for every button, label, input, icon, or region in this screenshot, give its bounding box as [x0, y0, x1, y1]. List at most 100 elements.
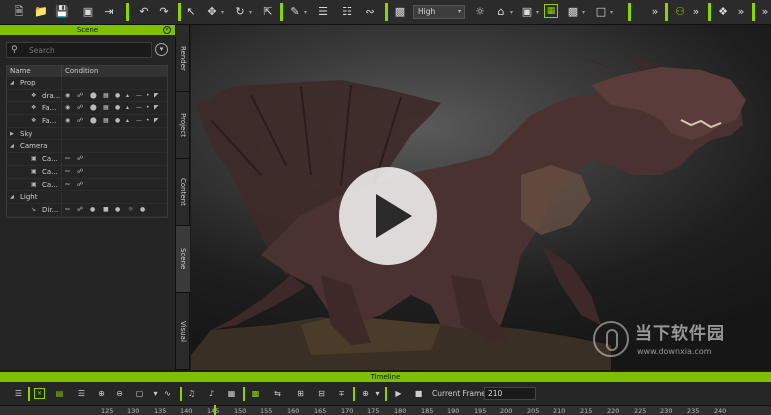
tree-row[interactable]: ◢ Camera — [7, 140, 167, 154]
material-icon[interactable]: ⬤ — [90, 90, 97, 102]
search-input[interactable] — [29, 45, 147, 56]
link-icon[interactable]: ∾ — [363, 4, 377, 18]
chevron-down-icon[interactable]: ▾ — [510, 9, 513, 16]
tree-row[interactable]: ◢ Light — [7, 191, 167, 204]
tree-row[interactable]: ▣ Ca... ∾ ☍ — [7, 165, 167, 179]
filter-dropdown-button[interactable]: ▾ — [155, 43, 168, 56]
lock-icon[interactable]: ☍ — [77, 153, 83, 165]
align-icon[interactable]: ☰ — [316, 4, 330, 18]
visibility-eye-icon[interactable]: ∾ — [65, 179, 70, 191]
current-frame-input[interactable]: 210 — [484, 387, 536, 400]
cast-icon[interactable]: ■ — [103, 204, 109, 216]
line-icon[interactable]: — — [136, 115, 142, 127]
sun-icon[interactable]: ☼ — [473, 4, 487, 18]
zoom-icon[interactable]: ⊕ — [360, 388, 371, 399]
loop-icon[interactable]: ⇆ — [272, 388, 283, 399]
more-icon[interactable]: » — [758, 4, 771, 18]
expand-arrow-icon[interactable]: ◢ — [10, 191, 14, 203]
dot-icon[interactable]: • — [146, 102, 150, 114]
tree-row[interactable]: ↘ Dir... ∾ ☍ ● ■ ● ☼ ● — [7, 203, 167, 217]
record-icon[interactable]: ▦ — [226, 388, 237, 399]
corner-icon[interactable]: ◤ — [154, 115, 159, 127]
more-icon[interactable]: » — [734, 4, 748, 18]
key-frame-icon[interactable]: ▩ — [250, 388, 261, 399]
tab-project[interactable]: Project — [176, 92, 190, 159]
column-header-name[interactable]: Name — [7, 66, 62, 77]
more-icon[interactable]: » — [648, 4, 662, 18]
visibility-eye-icon[interactable]: ◉ — [65, 90, 70, 102]
timeline-menu-icon[interactable]: ☰ — [13, 388, 24, 399]
lock-icon[interactable]: ☍ — [77, 179, 83, 191]
snap-icon[interactable]: ▩ — [566, 4, 580, 18]
cast-icon[interactable]: ● — [115, 115, 120, 127]
add-key-icon[interactable]: ⊕ — [96, 388, 107, 399]
character-icon[interactable]: ⚇ — [673, 4, 687, 18]
play-icon[interactable]: ▶ — [393, 388, 404, 399]
expand-arrow-icon[interactable]: ◢ — [10, 77, 14, 89]
tree-row[interactable]: ❖ Fa... ◉ ☍ ⬤ ▦ ● ▴ — • ◤ — [7, 115, 167, 128]
3d-viewport[interactable]: 当下软件园 www.downxia.com — [191, 25, 771, 370]
chevron-down-icon[interactable]: ▾ — [372, 388, 383, 399]
chevron-down-icon[interactable]: ▾ — [150, 388, 161, 399]
tab-content[interactable]: Content — [176, 159, 190, 226]
timeline-playhead[interactable] — [214, 405, 216, 415]
import-icon[interactable]: ▣ — [81, 4, 95, 18]
lock-icon[interactable]: ☍ — [77, 102, 83, 114]
expand-arrow-icon[interactable]: ◢ — [10, 140, 14, 152]
redo-icon[interactable]: ↷ — [157, 4, 171, 18]
render-quality-select[interactable]: High ▾ — [413, 5, 465, 19]
tree-row[interactable]: ▶ Sky — [7, 127, 167, 141]
visibility-eye-icon[interactable]: ∾ — [65, 153, 70, 165]
receive-icon[interactable]: ▴ — [126, 115, 129, 127]
chevron-down-icon[interactable]: ▾ — [610, 9, 613, 16]
tab-render[interactable]: Render — [176, 25, 190, 92]
chevron-down-icon[interactable]: ▾ — [221, 9, 224, 16]
tree-row[interactable]: ▣ Ca... ∾ ☍ — [7, 153, 167, 166]
layers-icon[interactable]: ☰ — [76, 388, 87, 399]
dot-icon[interactable]: • — [146, 90, 150, 102]
chevron-down-icon[interactable]: ▾ — [582, 9, 585, 16]
visibility-eye-icon[interactable]: ∾ — [65, 204, 70, 216]
fit-view-icon[interactable]: □ — [594, 4, 608, 18]
close-icon[interactable]: ✕ — [163, 26, 171, 34]
move-icon[interactable]: ✥ — [205, 4, 219, 18]
lock-icon[interactable]: ☍ — [77, 90, 83, 102]
open-folder-icon[interactable]: 📁 — [34, 4, 48, 18]
lock-icon[interactable]: ☍ — [77, 204, 83, 216]
more-icon[interactable]: » — [689, 4, 703, 18]
tree-row[interactable]: ▣ Ca... ∾ ☍ — [7, 178, 167, 192]
receive-icon[interactable]: ▴ — [126, 102, 129, 114]
curve-icon[interactable]: ∿ — [162, 388, 173, 399]
material-icon[interactable]: ⬤ — [90, 102, 97, 114]
collapse-arrow-icon[interactable]: ▶ — [10, 128, 14, 140]
dot-icon[interactable]: ● — [140, 204, 145, 216]
material-icon[interactable]: ⬤ — [90, 115, 97, 127]
new-file-icon[interactable]: 🗎 — [12, 4, 26, 18]
receive-icon[interactable]: ▴ — [126, 90, 129, 102]
scale-icon[interactable]: ⇱ — [261, 4, 275, 18]
cast-icon[interactable]: ● — [115, 102, 120, 114]
export-icon[interactable]: ⇥ — [102, 4, 116, 18]
lock-icon[interactable]: ☍ — [77, 115, 83, 127]
filter-icon[interactable]: ✕ — [34, 388, 45, 399]
tree-row[interactable]: ◢ Prop — [7, 77, 167, 90]
distribute-icon[interactable]: ☷ — [340, 4, 354, 18]
chevron-down-icon[interactable]: ▾ — [249, 9, 252, 16]
timeline-ruler[interactable]: 125 130 135 140 145 150 155 160 165 170 … — [0, 405, 771, 415]
music-icon[interactable]: ♫ — [186, 388, 197, 399]
camera-icon[interactable]: ▣ — [520, 4, 534, 18]
animation-icon[interactable]: ❖ — [716, 4, 730, 18]
visibility-eye-icon[interactable]: ◉ — [65, 102, 70, 114]
dot-icon[interactable]: • — [146, 115, 150, 127]
receive-icon[interactable]: ● — [115, 204, 120, 216]
corner-icon[interactable]: ◤ — [154, 90, 159, 102]
shadow-icon[interactable]: ▦ — [103, 102, 109, 114]
cast-icon[interactable]: ● — [115, 90, 120, 102]
select-cursor-icon[interactable]: ↖ — [184, 4, 198, 18]
grid-toggle-icon[interactable]: ▦ — [544, 4, 558, 18]
sound-icon[interactable]: ♪ — [206, 388, 217, 399]
undo-icon[interactable]: ↶ — [137, 4, 151, 18]
tracks-icon[interactable]: ▤ — [54, 388, 65, 399]
viewport-icon[interactable]: ▩ — [393, 4, 407, 18]
tab-visual[interactable]: Visual — [176, 293, 190, 370]
